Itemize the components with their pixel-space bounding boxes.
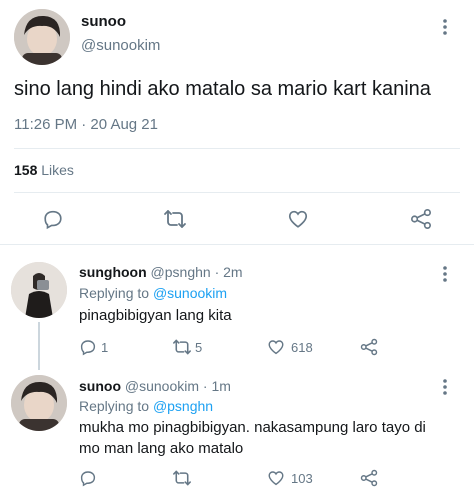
- reply-handle-time[interactable]: @psnghn · 2m: [151, 264, 243, 280]
- share-icon[interactable]: [410, 208, 432, 230]
- retweet-icon[interactable]: [163, 208, 187, 230]
- main-tweet-avatar[interactable]: [14, 9, 70, 65]
- retweet-icon: [173, 470, 191, 486]
- reply-action[interactable]: [79, 469, 103, 487]
- reply-text-line-1: mukha mo pinagbibigyan. nakasampung laro…: [79, 419, 426, 436]
- retweet-icon: [173, 339, 191, 355]
- reply-avatar[interactable]: [11, 375, 67, 431]
- replying-label: Replying to: [79, 398, 150, 414]
- retweet-action[interactable]: [172, 469, 198, 487]
- reply-display-name[interactable]: sunoo: [79, 378, 121, 394]
- divider: [14, 148, 460, 149]
- reply-display-name[interactable]: sunghoon: [79, 264, 147, 280]
- replying-to: Replying to @psnghn: [79, 398, 213, 414]
- like-action[interactable]: 103: [267, 469, 313, 487]
- reply-icon: [80, 340, 96, 356]
- likes-label: Likes: [41, 162, 74, 178]
- main-tweet-text: sino lang hindi ako matalo sa mario kart…: [14, 78, 431, 100]
- reply-header: sunghoon @psnghn · 2m: [79, 264, 243, 280]
- share-action[interactable]: [360, 469, 378, 487]
- reply-text: pinagbibigyan lang kita: [79, 307, 232, 324]
- more-dots-icon[interactable]: [442, 18, 448, 36]
- reply-text-line-2: mo man lang ako matalo: [79, 440, 244, 457]
- like-icon[interactable]: [287, 208, 309, 230]
- replying-to-link[interactable]: @psnghn: [153, 398, 213, 414]
- like-icon: [268, 340, 284, 355]
- replying-to: Replying to @sunookim: [79, 285, 227, 301]
- reply-count: 1: [101, 339, 109, 355]
- likes-count: 158: [14, 162, 38, 178]
- thread-line: [38, 322, 40, 370]
- divider: [14, 192, 460, 193]
- replying-to-link[interactable]: @sunookim: [153, 285, 227, 301]
- reply-icon: [80, 471, 96, 487]
- reply-handle-time[interactable]: @sunookim · 1m: [125, 378, 231, 394]
- reply-avatar[interactable]: [11, 262, 67, 318]
- main-tweet-display-name[interactable]: sunoo: [81, 13, 126, 30]
- like-action[interactable]: 618: [267, 338, 313, 356]
- reply-action[interactable]: 1: [79, 338, 108, 356]
- retweet-action[interactable]: 5: [172, 338, 202, 356]
- share-action[interactable]: [360, 338, 378, 356]
- likes-stat[interactable]: 158 Likes: [14, 162, 74, 178]
- main-tweet-timestamp[interactable]: 11:26 PM · 20 Aug 21: [14, 116, 158, 133]
- main-tweet-handle[interactable]: @sunookim: [81, 37, 160, 54]
- like-count: 618: [291, 339, 313, 355]
- more-dots-icon[interactable]: [442, 265, 448, 283]
- replying-label: Replying to: [79, 285, 150, 301]
- retweet-count: 5: [195, 339, 203, 355]
- reply-header: sunoo @sunookim · 1m: [79, 378, 231, 394]
- share-icon: [360, 469, 378, 487]
- like-icon: [268, 471, 284, 486]
- reply-icon[interactable]: [42, 208, 64, 230]
- more-dots-icon[interactable]: [442, 378, 448, 396]
- divider: [0, 244, 474, 245]
- like-count: 103: [291, 470, 313, 486]
- share-icon: [360, 338, 378, 356]
